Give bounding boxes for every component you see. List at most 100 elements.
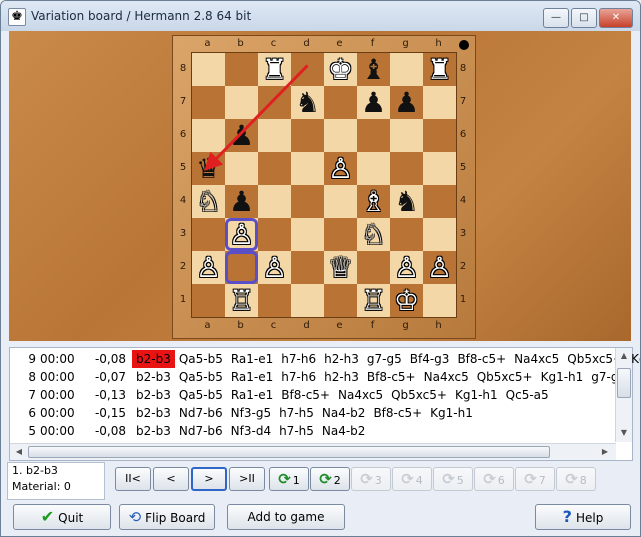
variation-move[interactable]: h7-h5 xyxy=(275,404,318,422)
move-arrow xyxy=(204,64,309,171)
variation-move[interactable]: b2-b3 xyxy=(132,386,175,404)
engine-number: 3 xyxy=(374,474,382,487)
maximize-button[interactable]: □ xyxy=(571,8,597,28)
vertical-scrollbar[interactable]: ▲ ▼ xyxy=(615,348,632,442)
variation-move[interactable]: Ra1-e1 xyxy=(227,368,277,386)
next-move-button[interactable]: > xyxy=(191,467,227,491)
variation-move[interactable]: Bf8-c5+ xyxy=(277,386,334,404)
engine-number: 7 xyxy=(538,474,546,487)
engine-5-button[interactable]: ⟳ 5 xyxy=(433,467,473,491)
variation-move[interactable]: b2-b3 xyxy=(132,368,175,386)
engine-6-button[interactable]: ⟳ 6 xyxy=(474,467,514,491)
search-time: 00:00 xyxy=(40,370,75,384)
variation-move[interactable]: b2-b3 xyxy=(132,404,175,422)
file-label: e xyxy=(336,320,343,331)
rank-label: 3 xyxy=(459,228,467,239)
board-background: a b c d e f g h a b c d e f g h 8 7 6 5 4 3 2 1 8 7 6 5 4 3 2 1 ♜ ♚ ♝ ♜… xyxy=(9,31,631,341)
analysis-line[interactable]: 5 00:00 -0,08 b2-b3 Nd7-b6 Nf3-d4 h7-h5 Na4-b2 xyxy=(10,422,369,440)
search-depth: 9 xyxy=(28,352,36,366)
variation-move[interactable]: Na4-b2 xyxy=(318,422,370,440)
engine-3-button[interactable]: ⟳ 3 xyxy=(351,467,391,491)
current-move-label: 1. b2-b3 xyxy=(12,464,58,477)
variation-move[interactable]: Na4xc5 xyxy=(334,386,387,404)
chess-board[interactable]: ♜ ♚ ♝ ♜ ♞ ♟ ♟ ♟ ♛ ♙ ♘ ♟ ♗ ♞ ♙ ♘ ♙ ♙ ♕ ♙ ♙ ♖ ♖ ♔ xyxy=(191,52,457,318)
vertical-scroll-thumb[interactable] xyxy=(617,368,631,398)
horizontal-scrollbar[interactable]: ◀ ▶ xyxy=(10,443,616,460)
analysis-line[interactable]: 8 00:00 -0,07 b2-b3 Qa5-b5 Ra1-e1 h7-h6 h2-h3 Bf… xyxy=(10,368,630,386)
variation-move[interactable]: Kg1-h1 xyxy=(451,386,502,404)
rank-label: 4 xyxy=(179,195,187,206)
variation-move[interactable]: Bf4-g3 xyxy=(406,350,454,368)
rank-label: 2 xyxy=(459,261,467,272)
variation-move[interactable]: b2-b3 xyxy=(132,422,175,440)
file-label: e xyxy=(336,38,343,49)
horizontal-scroll-thumb[interactable] xyxy=(28,446,550,458)
variation-move[interactable]: h2-h3 xyxy=(320,350,363,368)
question-icon: ? xyxy=(562,507,572,526)
scroll-down-arrow-icon[interactable]: ▼ xyxy=(617,426,631,440)
rank-label: 4 xyxy=(459,195,467,206)
variation-move[interactable]: h7-h5 xyxy=(275,422,318,440)
quit-button[interactable]: ✔ Quit xyxy=(13,504,111,530)
file-label: a xyxy=(204,320,211,331)
analysis-line[interactable]: 6 00:00 -0,15 b2-b3 Nd7-b6 Nf3-g5 h7-h5 Na4-b2 B… xyxy=(10,404,477,422)
variation-move[interactable]: Qa5-b5 xyxy=(175,350,227,368)
search-time: 00:00 xyxy=(40,388,75,402)
scroll-right-arrow-icon[interactable]: ▶ xyxy=(598,445,612,459)
variation-move[interactable]: Qa5-b5 xyxy=(175,386,227,404)
evaluation-score: -0,08 xyxy=(94,352,126,366)
variation-move[interactable]: Qb5xc5+ xyxy=(473,368,537,386)
engine-1-button[interactable]: ⟳ 1 xyxy=(269,467,309,491)
engine-4-button[interactable]: ⟳ 4 xyxy=(392,467,432,491)
close-button[interactable]: ✕ xyxy=(599,8,633,28)
help-button[interactable]: ? Help xyxy=(535,504,631,530)
variation-move[interactable]: Bf8-c5+ xyxy=(363,368,420,386)
first-move-button[interactable]: II< xyxy=(115,467,151,491)
variation-move[interactable]: h7-h6 xyxy=(277,368,320,386)
variation-move[interactable]: Nf3-g5 xyxy=(227,404,275,422)
rank-label: 8 xyxy=(179,63,187,74)
file-label: c xyxy=(270,320,277,331)
variation-move[interactable]: Na4xc5 xyxy=(510,350,563,368)
variation-move[interactable]: Nf3-d4 xyxy=(227,422,275,440)
refresh-icon: ⟳ xyxy=(319,470,332,488)
variation-move[interactable]: Nd7-b6 xyxy=(175,404,227,422)
minimize-button[interactable]: — xyxy=(543,8,569,28)
refresh-icon: ⟳ xyxy=(524,470,537,488)
title-bar[interactable]: ♚ Variation board / Hermann 2.8 64 bit —… xyxy=(1,1,640,31)
scroll-left-arrow-icon[interactable]: ◀ xyxy=(12,445,26,459)
engine-2-button[interactable]: ⟳ 2 xyxy=(310,467,350,491)
variation-move[interactable]: h2-h3 xyxy=(320,368,363,386)
variation-move[interactable]: b2-b3 xyxy=(132,350,175,368)
engine-7-button[interactable]: ⟳ 7 xyxy=(515,467,555,491)
variation-move[interactable]: Qa5-b5 xyxy=(175,368,227,386)
chess-king-icon: ♚ xyxy=(8,8,26,26)
variation-move[interactable]: Na4xc5 xyxy=(420,368,473,386)
analysis-panel[interactable]: 9 00:00 -0,08 b2-b3 Qa5-b5 Ra1-e1 h7-h6 h2-h3 g7… xyxy=(9,347,640,461)
variation-move[interactable]: Qc5-a5 xyxy=(502,386,553,404)
last-move-button[interactable]: >II xyxy=(229,467,265,491)
scroll-up-arrow-icon[interactable]: ▲ xyxy=(617,349,631,363)
variation-move[interactable]: Qb5xc5+ xyxy=(387,386,451,404)
file-label: b xyxy=(237,38,244,49)
previous-move-button[interactable]: < xyxy=(153,467,189,491)
add-to-game-button[interactable]: Add to game xyxy=(227,504,345,530)
variation-move[interactable]: Bf8-c5+ xyxy=(369,404,426,422)
engine-8-button[interactable]: ⟳ 8 xyxy=(556,467,596,491)
variation-move[interactable]: Bf8-c5+ xyxy=(453,350,510,368)
analysis-line[interactable]: 7 00:00 -0,13 b2-b3 Qa5-b5 Ra1-e1 Bf8-c5+ Na4xc… xyxy=(10,386,553,404)
variation-move[interactable]: Kg1-h1 xyxy=(537,368,588,386)
variation-move[interactable]: h7-h6 xyxy=(277,350,320,368)
variation-move[interactable]: Ra1-e1 xyxy=(227,350,277,368)
flip-board-button[interactable]: ⟲ Flip Board xyxy=(119,504,215,530)
variation-move[interactable]: Na4-b2 xyxy=(318,404,370,422)
file-label: h xyxy=(435,38,442,49)
variation-move[interactable]: Nd7-b6 xyxy=(175,422,227,440)
file-label: f xyxy=(370,320,375,331)
variation-move[interactable]: Ra1-e1 xyxy=(227,386,277,404)
search-time: 00:00 xyxy=(40,424,75,438)
variation-move[interactable]: g7-g5 xyxy=(363,350,406,368)
variation-move[interactable]: Kg1-h1 xyxy=(426,404,477,422)
engine-number: 6 xyxy=(497,474,505,487)
analysis-line[interactable]: 9 00:00 -0,08 b2-b3 Qa5-b5 Ra1-e1 h7-h6 h2-h3 g7… xyxy=(10,350,640,368)
